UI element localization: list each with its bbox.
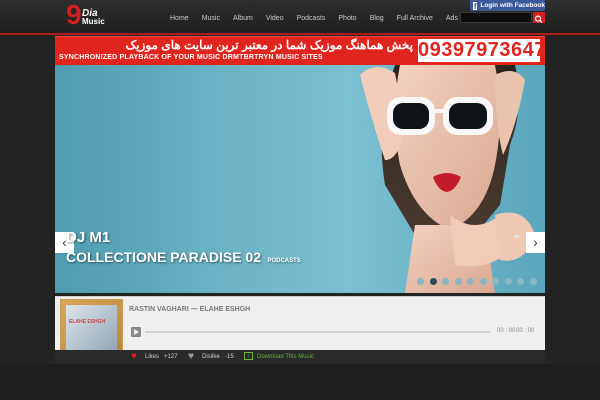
slider-dot[interactable]: [492, 278, 499, 285]
featured-slider[interactable]: ‹ › DJ M1 COLLECTIONE PARADISE 02 PODCAS…: [55, 65, 545, 293]
dislike-count: -15: [225, 354, 234, 360]
nav-item-home[interactable]: Home: [170, 14, 189, 23]
slider-dot[interactable]: [417, 278, 424, 285]
like-icon[interactable]: ♥: [131, 352, 141, 362]
nav-item-video[interactable]: Video: [266, 14, 284, 23]
nav-item-album[interactable]: Album: [233, 14, 253, 23]
page-background-lower: [0, 364, 600, 400]
progress-bar[interactable]: [145, 331, 490, 333]
music-player: [55, 296, 545, 351]
slide-title-line2: COLLECTIONE PARADISE 02: [66, 249, 261, 265]
logo-line2: Music: [82, 17, 105, 26]
cover-text: ELAHE ESHGH: [69, 319, 106, 325]
search-button[interactable]: [533, 12, 545, 24]
facebook-icon: f: [473, 1, 478, 11]
slide-title-line1: DJ M1: [66, 229, 111, 246]
site-logo[interactable]: 9 Dia Music: [66, 0, 112, 30]
likes-label[interactable]: Likes: [145, 354, 159, 360]
dislike-label[interactable]: Dislike: [202, 354, 220, 360]
facebook-login-label: Login with Facebook: [480, 2, 545, 9]
banner-english-text: SYNCHRONIZED PLAYBACK OF YOUR MUSIC DRMT…: [59, 54, 323, 61]
download-icon[interactable]: ↓: [244, 352, 253, 360]
play-button[interactable]: [131, 327, 141, 337]
slider-dot-active[interactable]: [429, 278, 437, 285]
ad-banner[interactable]: پخش هماهنگ موزیک شما در معتبر ترین سایت …: [55, 36, 545, 65]
slider-dot[interactable]: [517, 278, 524, 285]
slider-dot[interactable]: [467, 278, 474, 285]
nav-item-full-archive[interactable]: Full Archive: [397, 14, 433, 23]
cover-art: [66, 305, 117, 355]
slider-dot[interactable]: [504, 278, 512, 285]
search-input[interactable]: [460, 12, 532, 23]
slider-dot[interactable]: [479, 278, 487, 285]
track-title: RASTIN VAGHARI — ELAHE ESHGH: [129, 306, 251, 313]
slider-next-button[interactable]: ›: [526, 232, 545, 253]
logo-number: 9: [66, 0, 82, 30]
slide-badge: PODCASTS: [267, 258, 301, 264]
nav-item-photo[interactable]: Photo: [338, 14, 356, 23]
time-total: 00 : 00: [516, 328, 535, 334]
slider-dot[interactable]: [454, 278, 462, 285]
slider-dot[interactable]: [529, 278, 537, 285]
slider-dot[interactable]: [442, 278, 449, 285]
banner-phone-number: 09397973647: [418, 39, 546, 62]
nav-item-podcasts[interactable]: Podcasts: [297, 14, 326, 23]
slide-title-row: COLLECTIONE PARADISE 02 PODCASTS: [66, 249, 301, 267]
nav-item-ads[interactable]: Ads: [446, 14, 458, 23]
slider-pagination: [417, 278, 542, 285]
download-link[interactable]: Download This Music: [257, 354, 314, 360]
dislike-icon[interactable]: ♥: [188, 352, 198, 362]
time-current: 00 : 00: [497, 328, 516, 334]
likes-count: +127: [164, 354, 178, 360]
accent-line: [0, 33, 600, 35]
banner-persian-text: پخش هماهنگ موزیک شما در معتبر ترین سایت …: [125, 38, 413, 52]
nav-item-blog[interactable]: Blog: [370, 14, 384, 23]
nav-item-music[interactable]: Music: [202, 14, 220, 23]
main-nav: Home Music Album Video Podcasts Photo Bl…: [170, 14, 471, 23]
facebook-login-button[interactable]: f Login with Facebook: [470, 0, 545, 11]
search-icon: [534, 15, 543, 24]
